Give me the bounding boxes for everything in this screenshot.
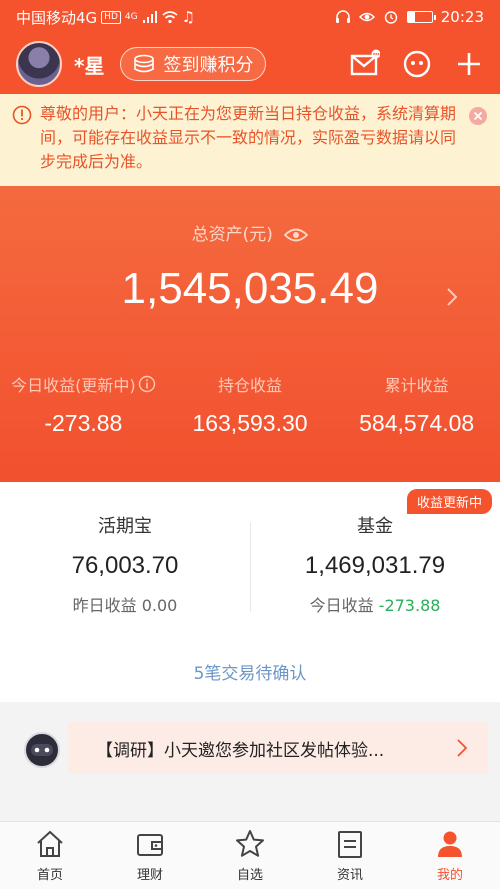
stat-holding[interactable]: 持仓收益 163,593.30 [167, 372, 334, 437]
stat-label: 持仓收益 [218, 376, 283, 395]
tab-label: 理财 [136, 868, 163, 883]
app-header: *星 签到赚积分 [0, 34, 500, 94]
info-icon[interactable] [138, 375, 156, 393]
status-bar: 中国移动4G HD 4G ♫ 20:23 [0, 0, 500, 34]
star-icon [236, 830, 264, 857]
signin-button[interactable]: 签到赚积分 [120, 47, 267, 81]
fund-sub-value: -273.88 [378, 596, 441, 615]
tab-label: 资讯 [336, 868, 363, 883]
chevron-right-icon[interactable] [444, 286, 460, 308]
fund-sub-value: 0.00 [141, 596, 178, 615]
chevron-right-icon [457, 739, 468, 757]
update-badge: 收益更新中 [406, 489, 492, 514]
clock: 20:23 [440, 8, 484, 26]
assets-panel[interactable]: 总资产(元) 1,545,035.49 今日收益(更新中) -273.88 持仓… [0, 186, 500, 482]
hd-badge: HD [101, 10, 121, 24]
tab-bar: 首页 理财 自选 资讯 我的 [0, 821, 500, 889]
fund-sub: 今日收益 -273.88 [250, 592, 500, 616]
total-assets-label: 总资产(元) [0, 220, 500, 245]
wallet-icon [137, 834, 163, 856]
fund-card-current[interactable]: 活期宝 76,003.70 昨日收益 0.00 [0, 512, 250, 616]
eye-icon[interactable] [284, 227, 309, 243]
total-assets-value: 1,545,035.49 [121, 264, 379, 313]
tab-watchlist[interactable]: 自选 [200, 822, 300, 889]
fund-value: 76,003.70 [71, 552, 179, 579]
battery-icon [406, 11, 436, 23]
research-banner[interactable]: 【调研】小天邀您参加社区发帖体验... [0, 722, 500, 778]
stat-value: 163,593.30 [192, 410, 308, 436]
carrier-label: 中国移动4G [16, 8, 98, 27]
stats-row: 今日收益(更新中) -273.88 持仓收益 163,593.30 累计收益 5… [0, 372, 500, 437]
tab-news[interactable]: 资讯 [300, 822, 400, 889]
stat-label: 累计收益 [384, 376, 449, 395]
eye-comfort-icon [358, 12, 375, 22]
alarm-icon [384, 11, 397, 24]
notice-text: 尊敬的用户：小天正在为您更新当日持仓收益，系统清算期间，可能存在收益显示不一致的… [40, 104, 457, 171]
fund-card-fund[interactable]: 基金 1,469,031.79 今日收益 -273.88 [250, 512, 500, 616]
funds-section: 收益更新中 活期宝 76,003.70 昨日收益 0.00 基金 1,469,0… [0, 482, 500, 702]
fund-sub: 昨日收益 0.00 [0, 592, 250, 616]
research-box[interactable]: 【调研】小天邀您参加社区发帖体验... [68, 722, 488, 774]
news-icon [338, 831, 362, 858]
profile-icon [438, 831, 462, 857]
tab-label: 我的 [436, 868, 463, 883]
robot-icon [24, 732, 60, 768]
avatar[interactable] [16, 41, 62, 87]
research-text: 【调研】小天邀您参加社区发帖体验... [96, 740, 385, 761]
stat-cumulative[interactable]: 累计收益 584,574.08 [333, 372, 500, 437]
fund-title: 基金 [357, 516, 393, 537]
tab-home[interactable]: 首页 [0, 822, 100, 889]
notice-banner: 尊敬的用户：小天正在为您更新当日持仓收益，系统清算期间，可能存在收益显示不一致的… [0, 94, 500, 186]
username[interactable]: *星 [74, 50, 104, 79]
close-icon[interactable] [468, 106, 488, 126]
fund-title: 活期宝 [98, 516, 152, 537]
wifi-icon [162, 11, 178, 24]
pending-transactions-link[interactable]: 5笔交易待确认 [0, 659, 500, 684]
coins-icon [134, 54, 155, 73]
tab-label: 首页 [36, 868, 63, 883]
headset-icon [335, 10, 350, 23]
stat-today[interactable]: 今日收益(更新中) -273.88 [0, 372, 167, 437]
fund-value: 1,469,031.79 [304, 552, 446, 579]
stat-label: 今日收益(更新中) [11, 376, 136, 395]
fund-sub-label: 今日收益 [309, 596, 374, 615]
info-icon [12, 105, 32, 125]
music-icon: ♫ [181, 8, 196, 26]
stat-value: -273.88 [44, 410, 123, 436]
stat-value: 584,574.08 [359, 410, 475, 436]
network-label: 4G [124, 12, 138, 22]
signal-icon [142, 11, 157, 23]
total-assets-label-text: 总资产(元) [191, 225, 273, 245]
message-icon[interactable] [350, 49, 380, 79]
customer-service-icon[interactable] [402, 49, 432, 79]
tab-profile[interactable]: 我的 [400, 822, 500, 889]
tab-wealth[interactable]: 理财 [100, 822, 200, 889]
signin-label: 签到赚积分 [163, 55, 254, 76]
plus-icon[interactable] [454, 49, 484, 79]
home-icon [37, 830, 63, 857]
tab-label: 自选 [236, 868, 263, 883]
fund-sub-label: 昨日收益 [72, 596, 137, 615]
